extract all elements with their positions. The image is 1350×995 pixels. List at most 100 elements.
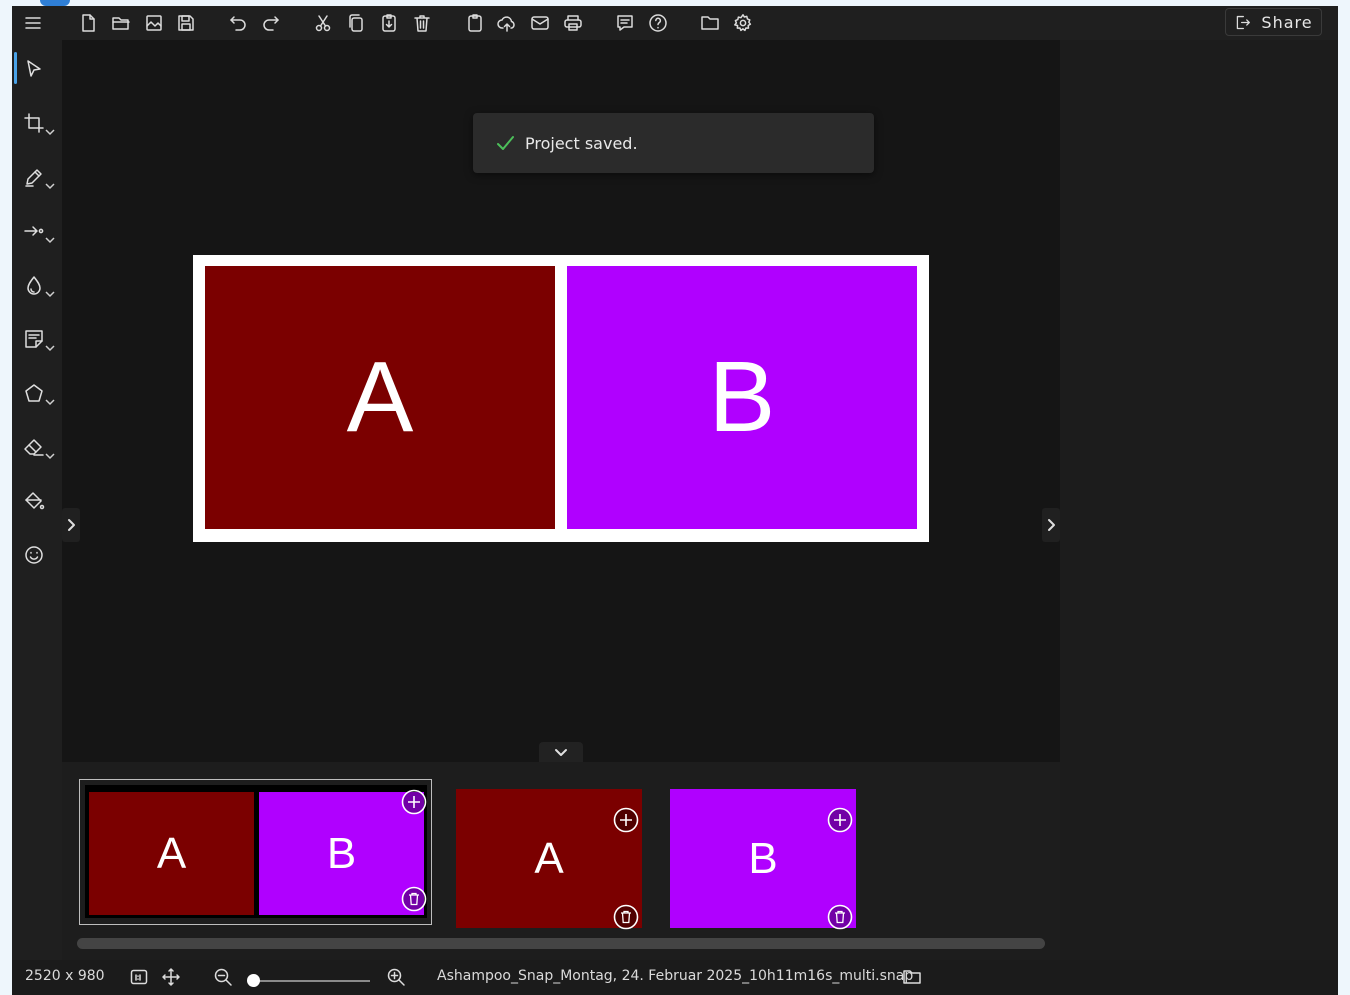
tool-strip	[12, 40, 62, 960]
thumbnail-label-a: A	[534, 833, 564, 883]
montage-image[interactable]: A B	[193, 255, 929, 542]
thumbnail-image-a[interactable]: A	[456, 789, 642, 930]
zoom-slider-track[interactable]	[252, 980, 370, 982]
pen-icon	[25, 169, 42, 187]
chevron-down-icon	[45, 291, 55, 298]
chevron-down-icon	[555, 749, 567, 756]
open-file-location-button[interactable]	[902, 967, 922, 987]
select-tool-button[interactable]	[20, 50, 58, 88]
thumbnail-label-b: B	[748, 833, 778, 883]
thumbnail-montage[interactable]: A B	[79, 779, 432, 925]
undo-icon[interactable]	[225, 10, 251, 36]
folder-icon[interactable]	[697, 10, 723, 36]
email-icon[interactable]	[527, 10, 553, 36]
add-thumbnail-button[interactable]	[401, 789, 427, 815]
paste-icon[interactable]	[376, 10, 402, 36]
menu-icon[interactable]	[20, 10, 46, 36]
eraser-tool-button[interactable]	[20, 428, 58, 466]
thumbnail-panel-a: A	[89, 792, 254, 915]
arrow-tool-button[interactable]	[20, 212, 58, 250]
redo-icon[interactable]	[258, 10, 284, 36]
feedback-icon[interactable]	[612, 10, 638, 36]
status-bar: 2520 x 980 Ashampoo_Snap_Montag, 24. Feb…	[12, 960, 1338, 995]
active-tool-indicator	[14, 52, 17, 84]
fill-tool-button[interactable]	[20, 482, 58, 520]
add-thumbnail-button[interactable]	[613, 794, 639, 833]
note-tool-button[interactable]	[20, 320, 58, 358]
expand-left-panel-button[interactable]	[62, 508, 80, 542]
shape-tool-button[interactable]	[20, 374, 58, 412]
app-window: Share Project saved. A B A B A B 2520 x …	[12, 6, 1338, 995]
select-arrow-icon	[27, 60, 41, 77]
filmstrip-scrollbar[interactable]	[77, 938, 1045, 949]
share-label: Share	[1261, 12, 1313, 32]
actual-size-icon	[130, 969, 148, 985]
trash-circle-icon	[613, 904, 639, 930]
thumbnail-panel-b: B	[259, 792, 424, 915]
chevron-down-icon	[45, 237, 55, 244]
folder-icon	[903, 970, 921, 984]
new-file-icon[interactable]	[75, 10, 101, 36]
plus-circle-icon	[827, 807, 853, 833]
pen-tool-button[interactable]	[20, 158, 58, 196]
fill-bucket-icon	[25, 492, 45, 510]
help-icon[interactable]	[645, 10, 671, 36]
delete-thumbnail-button[interactable]	[401, 886, 427, 912]
eraser-icon	[24, 439, 44, 456]
crop-icon	[24, 113, 44, 133]
zoom-slider-knob[interactable]	[247, 974, 260, 987]
chevron-down-icon	[45, 399, 55, 406]
chevron-down-icon	[45, 183, 55, 190]
emoji-tool-button[interactable]	[20, 536, 58, 574]
print-icon[interactable]	[560, 10, 586, 36]
move-arrows-icon	[162, 968, 180, 986]
expand-right-panel-button[interactable]	[1042, 508, 1060, 542]
filmstrip: A B A B	[62, 762, 1060, 960]
trash-circle-icon	[827, 904, 853, 930]
zoom-in-icon	[387, 968, 405, 986]
blur-tool-button[interactable]	[20, 266, 58, 304]
chevron-down-icon	[45, 129, 55, 136]
share-icon	[1237, 15, 1251, 29]
editor-canvas: Project saved. A B	[62, 40, 1060, 764]
open-folder-icon[interactable]	[108, 10, 134, 36]
image-dimensions: 2520 x 980	[25, 968, 105, 984]
delete-icon[interactable]	[409, 10, 435, 36]
arrow-tool-icon	[24, 226, 44, 236]
plus-circle-icon	[613, 807, 639, 833]
shape-icon	[25, 384, 43, 402]
chevron-right-icon	[68, 519, 75, 531]
check-icon	[497, 136, 514, 150]
file-name: Ashampoo_Snap_Montag, 24. Februar 2025_1…	[437, 968, 914, 984]
plus-circle-icon	[401, 789, 427, 815]
collapse-filmstrip-button[interactable]	[539, 742, 583, 764]
cloud-upload-icon[interactable]	[494, 10, 520, 36]
chevron-right-icon	[1048, 519, 1055, 531]
zoom-out-button[interactable]	[213, 967, 233, 987]
trash-circle-icon	[401, 886, 427, 912]
delete-thumbnail-button[interactable]	[827, 891, 853, 930]
fit-to-window-button[interactable]	[161, 967, 181, 987]
zoom-in-button[interactable]	[386, 967, 406, 987]
cut-icon[interactable]	[310, 10, 336, 36]
thumbnail-montage-image: A B	[85, 785, 427, 918]
toolbar: Share	[12, 6, 1338, 40]
share-button[interactable]: Share	[1225, 8, 1322, 36]
blur-drop-icon	[27, 276, 41, 295]
actual-size-button[interactable]	[129, 967, 149, 987]
settings-icon[interactable]	[730, 10, 756, 36]
toast-message: Project saved.	[525, 133, 638, 153]
delete-thumbnail-button[interactable]	[613, 891, 639, 930]
zoom-out-icon	[214, 968, 232, 986]
clipboard-icon[interactable]	[462, 10, 488, 36]
copy-icon[interactable]	[343, 10, 369, 36]
open-image-icon[interactable]	[141, 10, 167, 36]
add-thumbnail-button[interactable]	[827, 794, 853, 833]
chevron-down-icon	[45, 453, 55, 460]
save-icon[interactable]	[173, 10, 199, 36]
right-panel	[1060, 40, 1338, 960]
chevron-down-icon	[45, 345, 55, 352]
thumbnail-image-b[interactable]: B	[670, 789, 856, 930]
montage-panel-a: A	[205, 266, 555, 529]
crop-tool-button[interactable]	[20, 104, 58, 142]
